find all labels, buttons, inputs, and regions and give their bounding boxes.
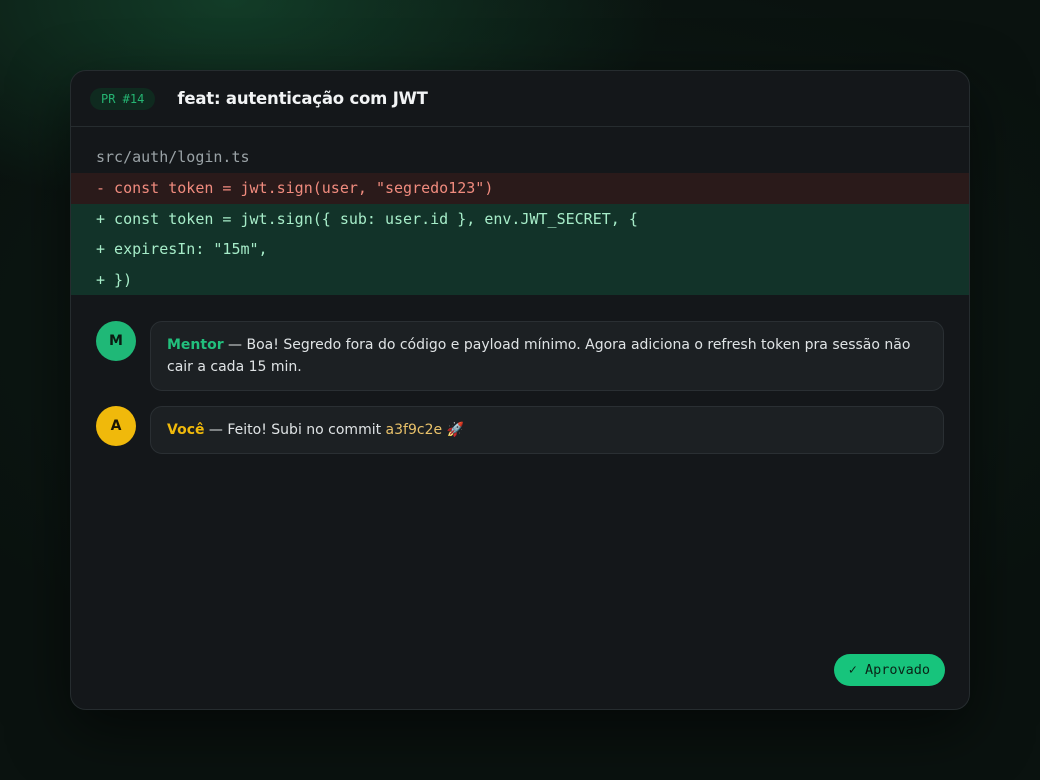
approved-status-badge[interactable]: ✓ Aprovado [833, 654, 945, 686]
comment-mentor: M Mentor — Boa! Segredo fora do código e… [96, 321, 944, 391]
commit-hash-link[interactable]: a3f9c2e [386, 422, 443, 438]
comment-bubble: Mentor — Boa! Segredo fora do código e p… [150, 321, 944, 391]
diff-file-path[interactable]: src/auth/login.ts [71, 142, 969, 173]
pr-review-card: PR #14 feat: autenticação com JWT src/au… [70, 70, 970, 710]
comment-bubble: Você — Feito! Subi no commit a3f9c2e 🚀 [150, 406, 944, 454]
comment-separator: — [223, 337, 247, 353]
comment-text: Feito! Subi no commit [227, 422, 386, 438]
comment-separator: — [204, 422, 228, 438]
diff-line-added: + expiresIn: "15m", [71, 234, 969, 265]
avatar: A [96, 406, 136, 446]
pr-header: PR #14 feat: autenticação com JWT [71, 71, 969, 127]
diff-line-removed: - const token = jwt.sign(user, "segredo1… [71, 173, 969, 204]
diff-line-added: + const token = jwt.sign({ sub: user.id … [71, 203, 969, 234]
diff-line-added: + }) [71, 264, 969, 295]
comment-author: Mentor [167, 337, 224, 353]
rocket-icon: 🚀 [442, 422, 464, 438]
comment-you: A Você — Feito! Subi no commit a3f9c2e 🚀 [96, 406, 944, 454]
avatar: M [96, 321, 136, 361]
pr-number-badge[interactable]: PR #14 [90, 87, 156, 110]
pr-title: feat: autenticação com JWT [177, 89, 428, 108]
code-diff: src/auth/login.ts - const token = jwt.si… [71, 127, 969, 295]
comment-author: Você [167, 422, 205, 438]
comment-text: Boa! Segredo fora do código e payload mí… [167, 337, 911, 375]
comment-thread: M Mentor — Boa! Segredo fora do código e… [71, 295, 969, 454]
